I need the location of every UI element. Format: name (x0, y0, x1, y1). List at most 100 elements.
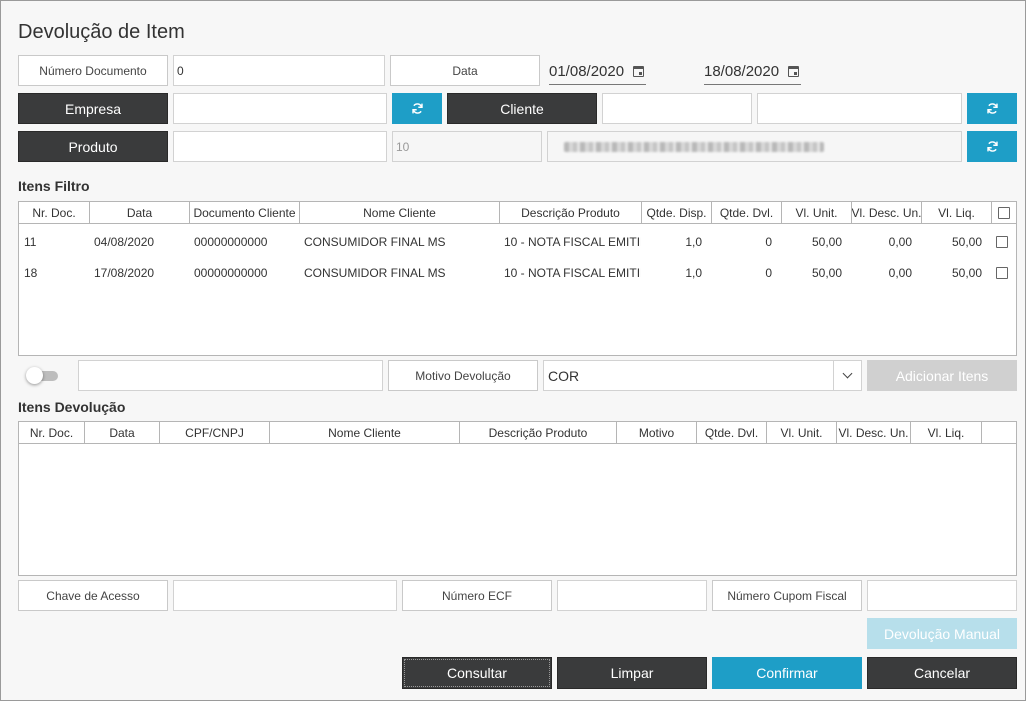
itens-devolucao-title: Itens Devolução (18, 399, 126, 415)
numero-ecf-input[interactable] (557, 580, 707, 611)
cell-descricao-produto: 10 - NOTA FISCAL EMITIDA (504, 235, 641, 249)
refresh-icon (411, 103, 423, 114)
data-fim-field[interactable]: 18/08/2020 (704, 59, 801, 85)
select-all-checkbox[interactable] (998, 207, 1010, 219)
col-qtde-dvl[interactable]: Qtde. Dvl. (712, 202, 782, 224)
produto-desc-input (547, 131, 962, 162)
col-motivo[interactable]: Motivo (617, 422, 697, 444)
col-actions (982, 422, 1016, 444)
col-nome-cliente[interactable]: Nome Cliente (300, 202, 500, 224)
cliente-desc-input[interactable] (757, 93, 962, 124)
col-data[interactable]: Data (90, 202, 190, 224)
motivo-devolucao-label: Motivo Devolução (388, 360, 538, 391)
redacted-text (564, 142, 824, 152)
col-vl-unit[interactable]: Vl. Unit. (782, 202, 852, 224)
numero-cupom-fiscal-input[interactable] (867, 580, 1017, 611)
produto-input[interactable] (173, 131, 387, 162)
toggle-switch[interactable] (26, 367, 58, 384)
col-nome-cliente[interactable]: Nome Cliente (270, 422, 460, 444)
col-select-all (992, 202, 1016, 224)
cliente-button[interactable]: Cliente (447, 93, 597, 124)
data-label: Data (390, 55, 540, 86)
cell-vl-liq: 50,00 (951, 266, 982, 280)
calendar-icon[interactable] (633, 66, 644, 77)
col-vl-unit[interactable]: Vl. Unit. (767, 422, 837, 444)
dialog-window: Devolução de Item Número Documento 0 Dat… (0, 0, 1026, 701)
numero-documento-label: Número Documento (18, 55, 168, 86)
cell-qtde-disp: 1,0 (685, 266, 702, 280)
col-vl-desc-un[interactable]: Vl. Desc. Un. (837, 422, 911, 444)
numero-ecf-label: Número ECF (402, 580, 552, 611)
row-checkbox-cell (996, 227, 1016, 257)
toggle-knob (26, 367, 43, 384)
dropdown-toggle[interactable] (833, 361, 861, 390)
cell-nome-cliente: CONSUMIDOR FINAL MS (304, 266, 446, 280)
refresh-icon (986, 103, 998, 114)
numero-cupom-fiscal-label: Número Cupom Fiscal (712, 580, 862, 611)
row-checkbox-cell (996, 258, 1016, 288)
produto-refresh-button[interactable] (967, 131, 1017, 162)
cell-descricao-produto: 10 - NOTA FISCAL EMITIDA (504, 266, 641, 280)
col-data[interactable]: Data (85, 422, 160, 444)
cell-qtde-dvl: 0 (765, 235, 772, 249)
consultar-button[interactable]: Consultar (402, 657, 552, 689)
col-vl-liq[interactable]: Vl. Liq. (922, 202, 992, 224)
cell-vl-liq: 50,00 (951, 235, 982, 249)
cell-vl-desc-un: 0,00 (888, 235, 912, 249)
confirmar-button[interactable]: Confirmar (712, 657, 862, 689)
cell-vl-desc-un: 0,00 (888, 266, 912, 280)
motivo-text-input[interactable] (78, 360, 383, 391)
page-title: Devolução de Item (18, 21, 185, 43)
cell-data: 04/08/2020 (94, 235, 155, 249)
cell-documento-cliente: 00000000000 (194, 235, 268, 249)
col-qtde-dvl[interactable]: Qtde. Dvl. (697, 422, 767, 444)
calendar-icon[interactable] (788, 66, 799, 77)
itens-filtro-title: Itens Filtro (18, 178, 90, 194)
cell-documento-cliente: 00000000000 (194, 266, 268, 280)
limpar-button[interactable]: Limpar (557, 657, 707, 689)
motivo-select-value: COR (548, 367, 580, 384)
cliente-input[interactable] (602, 93, 752, 124)
col-nr-doc[interactable]: Nr. Doc. (19, 202, 90, 224)
cliente-refresh-button[interactable] (967, 93, 1017, 124)
empresa-input[interactable] (173, 93, 387, 124)
itens-filtro-grid: Nr. Doc. Data Documento Cliente Nome Cli… (18, 201, 1017, 356)
chave-acesso-label: Chave de Acesso (18, 580, 168, 611)
empresa-refresh-button[interactable] (392, 93, 442, 124)
motivo-select[interactable]: COR (543, 360, 862, 391)
cell-nome-cliente: CONSUMIDOR FINAL MS (304, 235, 446, 249)
grid-header: Nr. Doc. Data CPF/CNPJ Nome Cliente Desc… (19, 422, 1016, 444)
col-nr-doc[interactable]: Nr. Doc. (19, 422, 85, 444)
table-row[interactable]: 18 17/08/2020 00000000000 CONSUMIDOR FIN… (19, 258, 1016, 288)
adicionar-itens-button[interactable]: Adicionar Itens (867, 360, 1017, 391)
chave-acesso-input[interactable] (173, 580, 397, 611)
empresa-button[interactable]: Empresa (18, 93, 168, 124)
itens-devolucao-grid: Nr. Doc. Data CPF/CNPJ Nome Cliente Desc… (18, 421, 1017, 576)
cell-nr-doc: 18 (24, 266, 38, 280)
row-checkbox[interactable] (996, 236, 1008, 248)
col-descricao-produto[interactable]: Descrição Produto (460, 422, 617, 444)
data-inicio-field[interactable]: 01/08/2020 (549, 59, 646, 85)
col-cpf-cnpj[interactable]: CPF/CNPJ (160, 422, 270, 444)
cell-qtde-dvl: 0 (765, 266, 772, 280)
col-vl-desc-un[interactable]: Vl. Desc. Un. (852, 202, 922, 224)
refresh-icon (986, 141, 998, 152)
cancelar-button[interactable]: Cancelar (867, 657, 1017, 689)
cell-qtde-disp: 1,0 (685, 235, 702, 249)
col-descricao-produto[interactable]: Descrição Produto (500, 202, 642, 224)
row-checkbox[interactable] (996, 267, 1008, 279)
col-vl-liq[interactable]: Vl. Liq. (911, 422, 982, 444)
grid-header: Nr. Doc. Data Documento Cliente Nome Cli… (19, 202, 1016, 224)
chevron-down-icon (842, 368, 853, 379)
col-documento-cliente[interactable]: Documento Cliente (190, 202, 300, 224)
numero-documento-input[interactable]: 0 (173, 55, 385, 86)
produto-button[interactable]: Produto (18, 131, 168, 162)
devolucao-manual-button[interactable]: Devolução Manual (867, 618, 1017, 649)
cell-vl-unit: 50,00 (811, 235, 842, 249)
cell-vl-unit: 50,00 (811, 266, 842, 280)
cell-data: 17/08/2020 (94, 266, 155, 280)
table-row[interactable]: 11 04/08/2020 00000000000 CONSUMIDOR FIN… (19, 227, 1016, 257)
data-inicio-value: 01/08/2020 (549, 63, 625, 80)
col-qtde-disp[interactable]: Qtde. Disp. (642, 202, 712, 224)
cell-nr-doc: 11 (24, 235, 37, 249)
